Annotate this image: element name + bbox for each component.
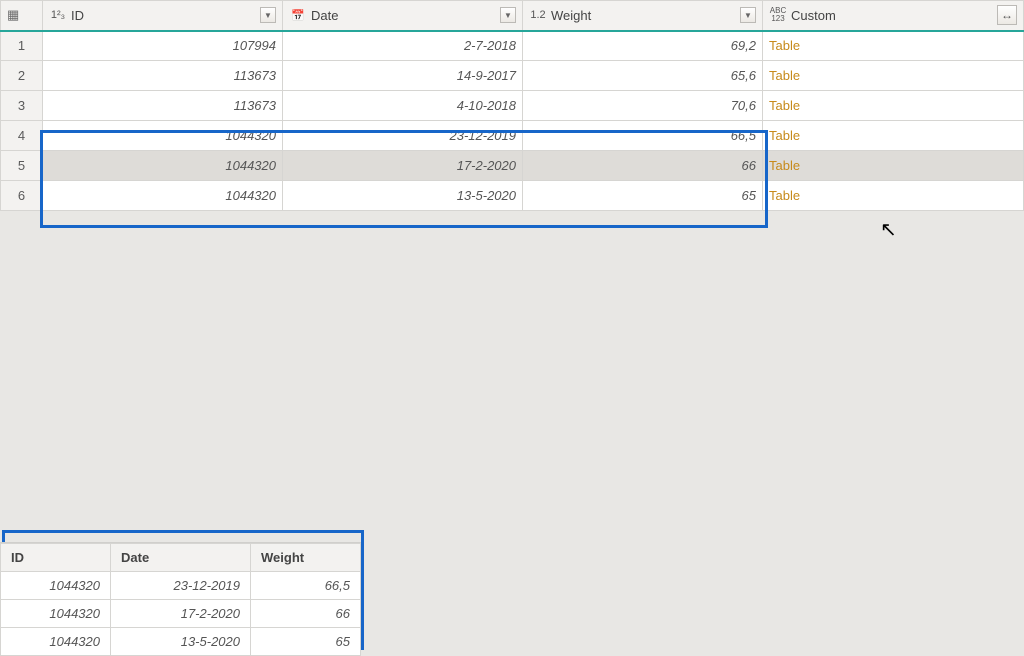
cell-date[interactable]: 13-5-2020 xyxy=(283,181,523,211)
table-corner-icon: ▦ xyxy=(7,7,19,23)
column-label: ID xyxy=(71,8,256,23)
table-row[interactable]: 11079942-7-201869,2Table xyxy=(1,31,1024,61)
detail-header-row: ID Date Weight xyxy=(1,544,361,572)
cell-custom-table-link[interactable]: Table xyxy=(763,181,1024,211)
column-header-date[interactable]: 📅 Date ▼ xyxy=(283,1,523,31)
column-header-row: ▦ 1²₃ ID ▼ 📅 Date ▼ 1.2 Weight xyxy=(1,1,1024,31)
detail-row[interactable]: 104432013-5-202065 xyxy=(1,628,361,656)
cell-id[interactable]: 113673 xyxy=(43,91,283,121)
filter-dropdown-icon[interactable]: ▼ xyxy=(500,7,516,23)
detail-row[interactable]: 104432017-2-202066 xyxy=(1,600,361,628)
table-row[interactable]: 31136734-10-201870,6Table xyxy=(1,91,1024,121)
row-number[interactable]: 1 xyxy=(1,31,43,61)
detail-header-id[interactable]: ID xyxy=(1,544,111,572)
any-type-icon: ABC 123 xyxy=(769,7,787,23)
row-number[interactable]: 4 xyxy=(1,121,43,151)
corner-cell[interactable]: ▦ xyxy=(1,1,43,31)
row-number[interactable]: 2 xyxy=(1,61,43,91)
detail-header-weight[interactable]: Weight xyxy=(251,544,361,572)
detail-cell-date[interactable]: 23-12-2019 xyxy=(111,572,251,600)
cell-date[interactable]: 2-7-2018 xyxy=(283,31,523,61)
cell-weight[interactable]: 66,5 xyxy=(523,121,763,151)
cell-id[interactable]: 1044320 xyxy=(43,121,283,151)
mouse-cursor-icon: ↖ xyxy=(880,217,897,242)
cell-weight[interactable]: 70,6 xyxy=(523,91,763,121)
decimal-type-icon: 1.2 xyxy=(529,9,547,21)
cell-date[interactable]: 4-10-2018 xyxy=(283,91,523,121)
detail-cell-weight[interactable]: 65 xyxy=(251,628,361,656)
cell-date[interactable]: 17-2-2020 xyxy=(283,151,523,181)
cell-custom-table-link[interactable]: Table xyxy=(763,31,1024,61)
cell-weight[interactable]: 65,6 xyxy=(523,61,763,91)
cell-custom-table-link[interactable]: Table xyxy=(763,61,1024,91)
cell-date[interactable]: 23-12-2019 xyxy=(283,121,523,151)
row-number[interactable]: 5 xyxy=(1,151,43,181)
cell-date[interactable]: 14-9-2017 xyxy=(283,61,523,91)
cell-weight[interactable]: 66 xyxy=(523,151,763,181)
cell-id[interactable]: 1044320 xyxy=(43,151,283,181)
column-label: Date xyxy=(311,8,496,23)
table-row[interactable]: 5104432017-2-202066Table xyxy=(1,151,1024,181)
detail-cell-id[interactable]: 1044320 xyxy=(1,572,111,600)
detail-row[interactable]: 104432023-12-201966,5 xyxy=(1,572,361,600)
cell-weight[interactable]: 69,2 xyxy=(523,31,763,61)
table-row[interactable]: 211367314-9-201765,6Table xyxy=(1,61,1024,91)
detail-cell-id[interactable]: 1044320 xyxy=(1,600,111,628)
filter-dropdown-icon[interactable]: ▼ xyxy=(260,7,276,23)
row-number[interactable]: 6 xyxy=(1,181,43,211)
detail-cell-date[interactable]: 13-5-2020 xyxy=(111,628,251,656)
table-row[interactable]: 4104432023-12-201966,5Table xyxy=(1,121,1024,151)
column-header-id[interactable]: 1²₃ ID ▼ xyxy=(43,1,283,31)
cell-custom-table-link[interactable]: Table xyxy=(763,91,1024,121)
cell-id[interactable]: 113673 xyxy=(43,61,283,91)
cell-id[interactable]: 1044320 xyxy=(43,181,283,211)
detail-header-date[interactable]: Date xyxy=(111,544,251,572)
cell-custom-table-link[interactable]: Table xyxy=(763,151,1024,181)
expand-column-icon[interactable]: ↔ xyxy=(997,5,1017,25)
detail-cell-date[interactable]: 17-2-2020 xyxy=(111,600,251,628)
column-label: Weight xyxy=(551,8,736,23)
cell-custom-table-link[interactable]: Table xyxy=(763,121,1024,151)
date-type-icon: 📅 xyxy=(289,9,307,22)
nested-table-preview: ID Date Weight 104432023-12-201966,51044… xyxy=(0,542,361,656)
query-results-table: ▦ 1²₃ ID ▼ 📅 Date ▼ 1.2 Weight xyxy=(0,0,1024,211)
cell-weight[interactable]: 65 xyxy=(523,181,763,211)
column-label: Custom xyxy=(791,8,993,23)
column-header-custom[interactable]: ABC 123 Custom ↔ xyxy=(763,1,1024,31)
cell-id[interactable]: 107994 xyxy=(43,31,283,61)
column-header-weight[interactable]: 1.2 Weight ▼ xyxy=(523,1,763,31)
detail-cell-weight[interactable]: 66,5 xyxy=(251,572,361,600)
detail-cell-weight[interactable]: 66 xyxy=(251,600,361,628)
detail-cell-id[interactable]: 1044320 xyxy=(1,628,111,656)
filter-dropdown-icon[interactable]: ▼ xyxy=(740,7,756,23)
row-number[interactable]: 3 xyxy=(1,91,43,121)
integer-type-icon: 1²₃ xyxy=(49,9,67,21)
table-row[interactable]: 6104432013-5-202065Table xyxy=(1,181,1024,211)
